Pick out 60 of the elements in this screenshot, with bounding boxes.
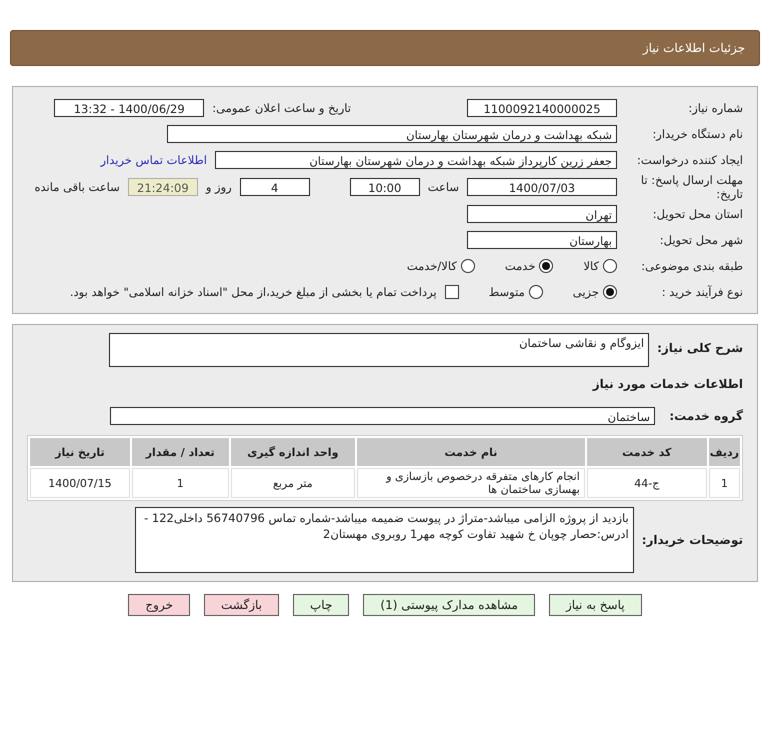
table-cell: انجام کارهای متفرقه درخصوص بازسازی و بهسازی ساختمان ها <box>357 468 585 498</box>
contact-link[interactable]: اطلاعات تماس خریدار <box>100 153 207 167</box>
days-field[interactable]: 4 <box>240 178 310 196</box>
option-label: خدمت <box>504 259 536 273</box>
province-field[interactable]: تهران <box>467 205 617 223</box>
option-label: کالا <box>583 259 599 273</box>
radio-button[interactable] <box>603 285 617 299</box>
field-label: طبقه بندی موضوعی: <box>640 259 743 273</box>
buyer-org-field[interactable]: شبکه بهداشت و درمان شهرستان بهارستان <box>167 125 617 143</box>
radio-button[interactable] <box>460 259 475 273</box>
column-header: ردیف <box>708 438 740 466</box>
table-cell: 1 <box>132 468 229 498</box>
radio-button[interactable] <box>539 259 554 273</box>
option-label: جزیی <box>572 285 599 299</box>
action-button[interactable]: مشاهده مدارک پیوستی (1) <box>363 594 535 616</box>
table-cell: ج-44 <box>586 468 707 498</box>
field-label: نام دستگاه خریدار: <box>651 127 743 141</box>
action-button[interactable]: پاسخ به نیاز <box>548 594 642 616</box>
requester-field[interactable]: جعفر زرین کارپرداز شبکه بهداشت و درمان شهرستان بهارستان <box>215 151 617 169</box>
need-number-field[interactable]: 1100092140000025 <box>467 99 617 117</box>
summary-field[interactable]: ایزوگام و نقاشی ساختمان <box>109 333 650 367</box>
table-cell: 1400/07/15 <box>30 468 130 498</box>
field-label: شهر محل تحویل: <box>658 233 743 247</box>
field-label: نوع فرآیند خرید : <box>660 285 743 299</box>
remaining-time-field[interactable]: 21:24:09 <box>128 178 198 196</box>
column-header: کد خدمت <box>586 438 707 466</box>
option-label: کالا/خدمت <box>406 259 457 273</box>
radio-button[interactable] <box>603 259 617 273</box>
page-title: جزئیات اطلاعات نیاز <box>642 41 745 55</box>
field-label: شماره نیاز: <box>687 101 743 115</box>
checkbox-label: پرداخت تمام یا بخشی از مبلغ خرید،از محل "اسناد خزانه اسلامی" خواهد بود. <box>70 285 437 299</box>
field-label: تاریخ و ساعت اعلان عمومی: <box>212 101 351 115</box>
field-label: ایجاد کننده درخواست: <box>636 153 743 167</box>
city-field[interactable]: بهارستان <box>467 231 617 249</box>
action-button[interactable]: بازگشت <box>204 594 279 616</box>
column-header: تاریخ نیاز <box>30 438 130 466</box>
column-header: واحد اندازه گیری <box>230 438 356 466</box>
checkbox[interactable] <box>444 285 459 299</box>
field-label: روز و <box>206 180 232 194</box>
table-cell: متر مربع <box>230 468 356 498</box>
deadline-date-field[interactable]: 1400/07/03 <box>467 178 617 196</box>
field-label: ساعت <box>428 180 459 194</box>
action-button[interactable]: چاپ <box>293 594 350 616</box>
service-group-field[interactable]: ساختمان <box>110 407 655 425</box>
field-label: توضیحات خریدار: <box>642 533 743 547</box>
field-label: استان محل تحویل: <box>652 207 743 221</box>
action-button[interactable]: خروج <box>128 594 190 616</box>
deadline-time-field[interactable]: 10:00 <box>350 178 420 196</box>
option-label: متوسط <box>488 285 525 299</box>
table-cell: 1 <box>708 468 740 498</box>
field-label: ساعت باقی مانده <box>34 180 120 194</box>
field-label: شرح کلی نیاز: <box>657 341 743 355</box>
field-label: گروه خدمت: <box>668 409 743 423</box>
column-header: تعداد / مقدار <box>132 438 229 466</box>
section-title: اطلاعات خدمات مورد نیاز <box>592 377 743 391</box>
radio-button[interactable] <box>528 285 543 299</box>
announce-date-field[interactable]: 1400/06/29 - 13:32 <box>54 99 204 117</box>
field-label: مهلت ارسال پاسخ: تا تاریخ: <box>640 173 743 201</box>
column-header: نام خدمت <box>357 438 585 466</box>
notes-field[interactable]: بازدید از پروژه الزامی میباشد-متراژ در پیوست ضمیمه میباشد-شماره تماس 56740796 داخلی122 - ادرس:حصار چوپان خ شهید تفاوت کوچه مهر1 روبروی مهستان2 <box>135 507 634 573</box>
